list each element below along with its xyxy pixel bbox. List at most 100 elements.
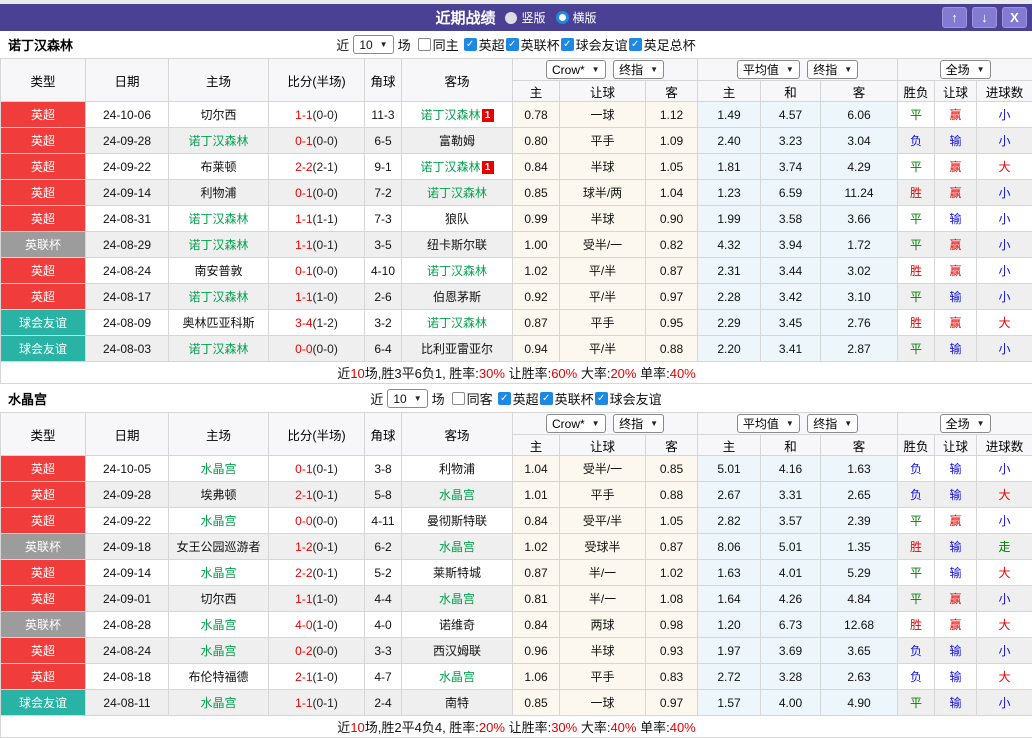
home-team: 诺丁汉森林 <box>168 283 269 310</box>
score-fulltime: 4-0 <box>295 617 313 632</box>
score-fulltime: 0-0 <box>295 341 313 356</box>
euro-home-odds: 8.06 <box>697 533 762 560</box>
result-goals: 小 <box>976 455 1032 482</box>
window-title: 近期战绩 <box>435 10 496 27</box>
close-button[interactable]: X <box>1002 7 1027 28</box>
radio-horizontal-icon[interactable] <box>555 11 569 24</box>
euro-home-odds: 2.20 <box>697 335 762 362</box>
away-team: 南特 <box>401 689 513 716</box>
checkbox-unchecked-icon[interactable] <box>417 38 431 51</box>
euro-draw-odds: 3.57 <box>760 507 822 534</box>
move-down-button[interactable]: ↓ <box>972 7 997 28</box>
score-fulltime: 1-1 <box>295 289 313 304</box>
same-venue-filter[interactable]: 同主 <box>417 35 459 54</box>
result-goals: 小 <box>976 231 1032 258</box>
corner-count: 2-6 <box>364 283 402 310</box>
col-away: 客场 <box>401 412 513 456</box>
score-cell: 0-1(0-0) <box>268 179 365 206</box>
handicap-home-odds: 1.06 <box>512 663 560 690</box>
layout-radio-horizontal[interactable]: 横版 <box>555 9 597 26</box>
score-halftime: (1-0) <box>312 617 338 632</box>
score-halftime: (0-1) <box>312 695 338 710</box>
select-value: 终指 <box>619 416 644 431</box>
score-cell: 2-2(2-1) <box>268 153 365 180</box>
checkbox-checked-icon[interactable]: ✓ <box>628 38 642 51</box>
checkbox-checked-icon[interactable]: ✓ <box>594 392 608 405</box>
euro-away-odds: 3.65 <box>820 637 899 664</box>
corner-count: 4-4 <box>364 585 402 612</box>
corner-count: 3-2 <box>364 309 402 336</box>
league-filter-checkbox[interactable]: ✓ 球会友谊 <box>594 389 662 408</box>
radio-vertical-icon[interactable] <box>505 11 518 24</box>
euro-home-odds: 5.01 <box>697 455 762 482</box>
league-filter-checkbox[interactable]: ✓ 英联杯 <box>505 35 560 54</box>
league-filter-checkbox[interactable]: ✓ 英足总杯 <box>628 35 696 54</box>
handicap-home-odds: 0.96 <box>512 637 560 664</box>
league-filter-label: 英联杯 <box>520 38 560 53</box>
col-handicap-away: 客 <box>644 434 699 456</box>
home-team: 诺丁汉森林 <box>168 231 269 258</box>
handicap-home-odds: 0.80 <box>512 127 560 154</box>
select-value: 终指 <box>813 417 838 431</box>
team2-league-filters: ✓ 英超 ✓ 英联杯 ✓ 球会友谊 <box>497 389 662 408</box>
league-filter-checkbox[interactable]: ✓ 球会友谊 <box>560 35 628 54</box>
league-filter-checkbox[interactable]: ✓ 英超 <box>497 389 539 408</box>
average-select[interactable]: 平均值 ▼ <box>736 60 800 79</box>
fulltime-select[interactable]: 全场 ▼ <box>939 414 991 433</box>
corner-count: 2-4 <box>364 689 402 716</box>
euro-home-odds: 1.63 <box>697 559 762 586</box>
euro-draw-odds: 3.42 <box>760 283 822 310</box>
checkbox-checked-icon[interactable]: ✓ <box>505 38 519 51</box>
final-odds-select[interactable]: 终指 ▼ <box>613 413 665 433</box>
col-handicap-away: 客 <box>644 80 699 102</box>
final-odds-select[interactable]: 终指 ▼ <box>807 414 859 433</box>
score-fulltime: 0-1 <box>295 263 313 278</box>
chevron-down-icon: ▼ <box>976 419 985 428</box>
checkbox-checked-icon[interactable]: ✓ <box>539 392 553 405</box>
handicap-away-odds: 0.87 <box>644 257 699 284</box>
league-filter-checkbox[interactable]: ✓ 英联杯 <box>539 389 594 408</box>
average-select[interactable]: 平均值 ▼ <box>736 414 800 433</box>
layout-radio-vertical[interactable]: 竖版 <box>505 9 546 26</box>
bookmaker-select[interactable]: Crow* ▼ <box>546 60 606 80</box>
corner-count: 4-0 <box>364 611 402 638</box>
score-halftime: (2-1) <box>312 159 338 174</box>
scope-select-group: 全场 ▼ <box>897 58 1032 81</box>
recent-count-select[interactable]: 10 ▼ <box>353 35 394 54</box>
score-cell: 0-2(0-0) <box>268 637 365 664</box>
result-goals: 走 <box>976 533 1032 560</box>
bookmaker-select[interactable]: Crow* ▼ <box>546 414 606 434</box>
final-odds-select[interactable]: 终指 ▼ <box>613 59 665 79</box>
select-value: 终指 <box>619 62 644 77</box>
team1-league-filters: ✓ 英超 ✓ 英联杯 ✓ 球会友谊 ✓ 英足总杯 <box>463 35 696 54</box>
select-value: Crow* <box>552 416 585 431</box>
handicap-line: 平/半 <box>559 283 646 310</box>
corner-count: 6-4 <box>364 335 402 362</box>
same-venue-filter[interactable]: 同客 <box>451 389 493 408</box>
corner-count: 7-2 <box>364 179 402 206</box>
recent-count-select[interactable]: 10 ▼ <box>387 389 428 408</box>
league-badge: 球会友谊 <box>0 335 86 362</box>
match-date: 24-09-28 <box>85 481 169 508</box>
fulltime-select[interactable]: 全场 ▼ <box>939 60 991 79</box>
league-filter-checkbox[interactable]: ✓ 英超 <box>463 35 505 54</box>
match-row: 英联杯 24-09-18 女王公园巡游者 1-2(0-1) 6-2 水晶宫 1.02 受球半 0… <box>0 533 1032 560</box>
result-winlose: 平 <box>897 689 936 716</box>
match-date: 24-08-17 <box>85 283 169 310</box>
col-score: 比分(半场) <box>268 58 365 102</box>
match-date: 24-08-28 <box>85 611 169 638</box>
away-team: 比利亚雷亚尔 <box>401 335 513 362</box>
checkbox-checked-icon[interactable]: ✓ <box>497 392 511 405</box>
final-odds-select[interactable]: 终指 ▼ <box>807 60 859 79</box>
checkbox-checked-icon[interactable]: ✓ <box>560 38 574 51</box>
checkbox-checked-icon[interactable]: ✓ <box>463 38 477 51</box>
home-team: 诺丁汉森林 <box>168 127 269 154</box>
handicap-line: 受球半 <box>559 533 646 560</box>
move-up-button[interactable]: ↑ <box>942 7 967 28</box>
result-goals: 大 <box>976 481 1032 508</box>
match-date: 24-09-28 <box>85 127 169 154</box>
checkbox-unchecked-icon[interactable] <box>451 392 465 405</box>
result-winlose: 胜 <box>897 309 936 336</box>
score-fulltime: 1-1 <box>295 695 313 710</box>
handicap-line: 平手 <box>559 663 646 690</box>
